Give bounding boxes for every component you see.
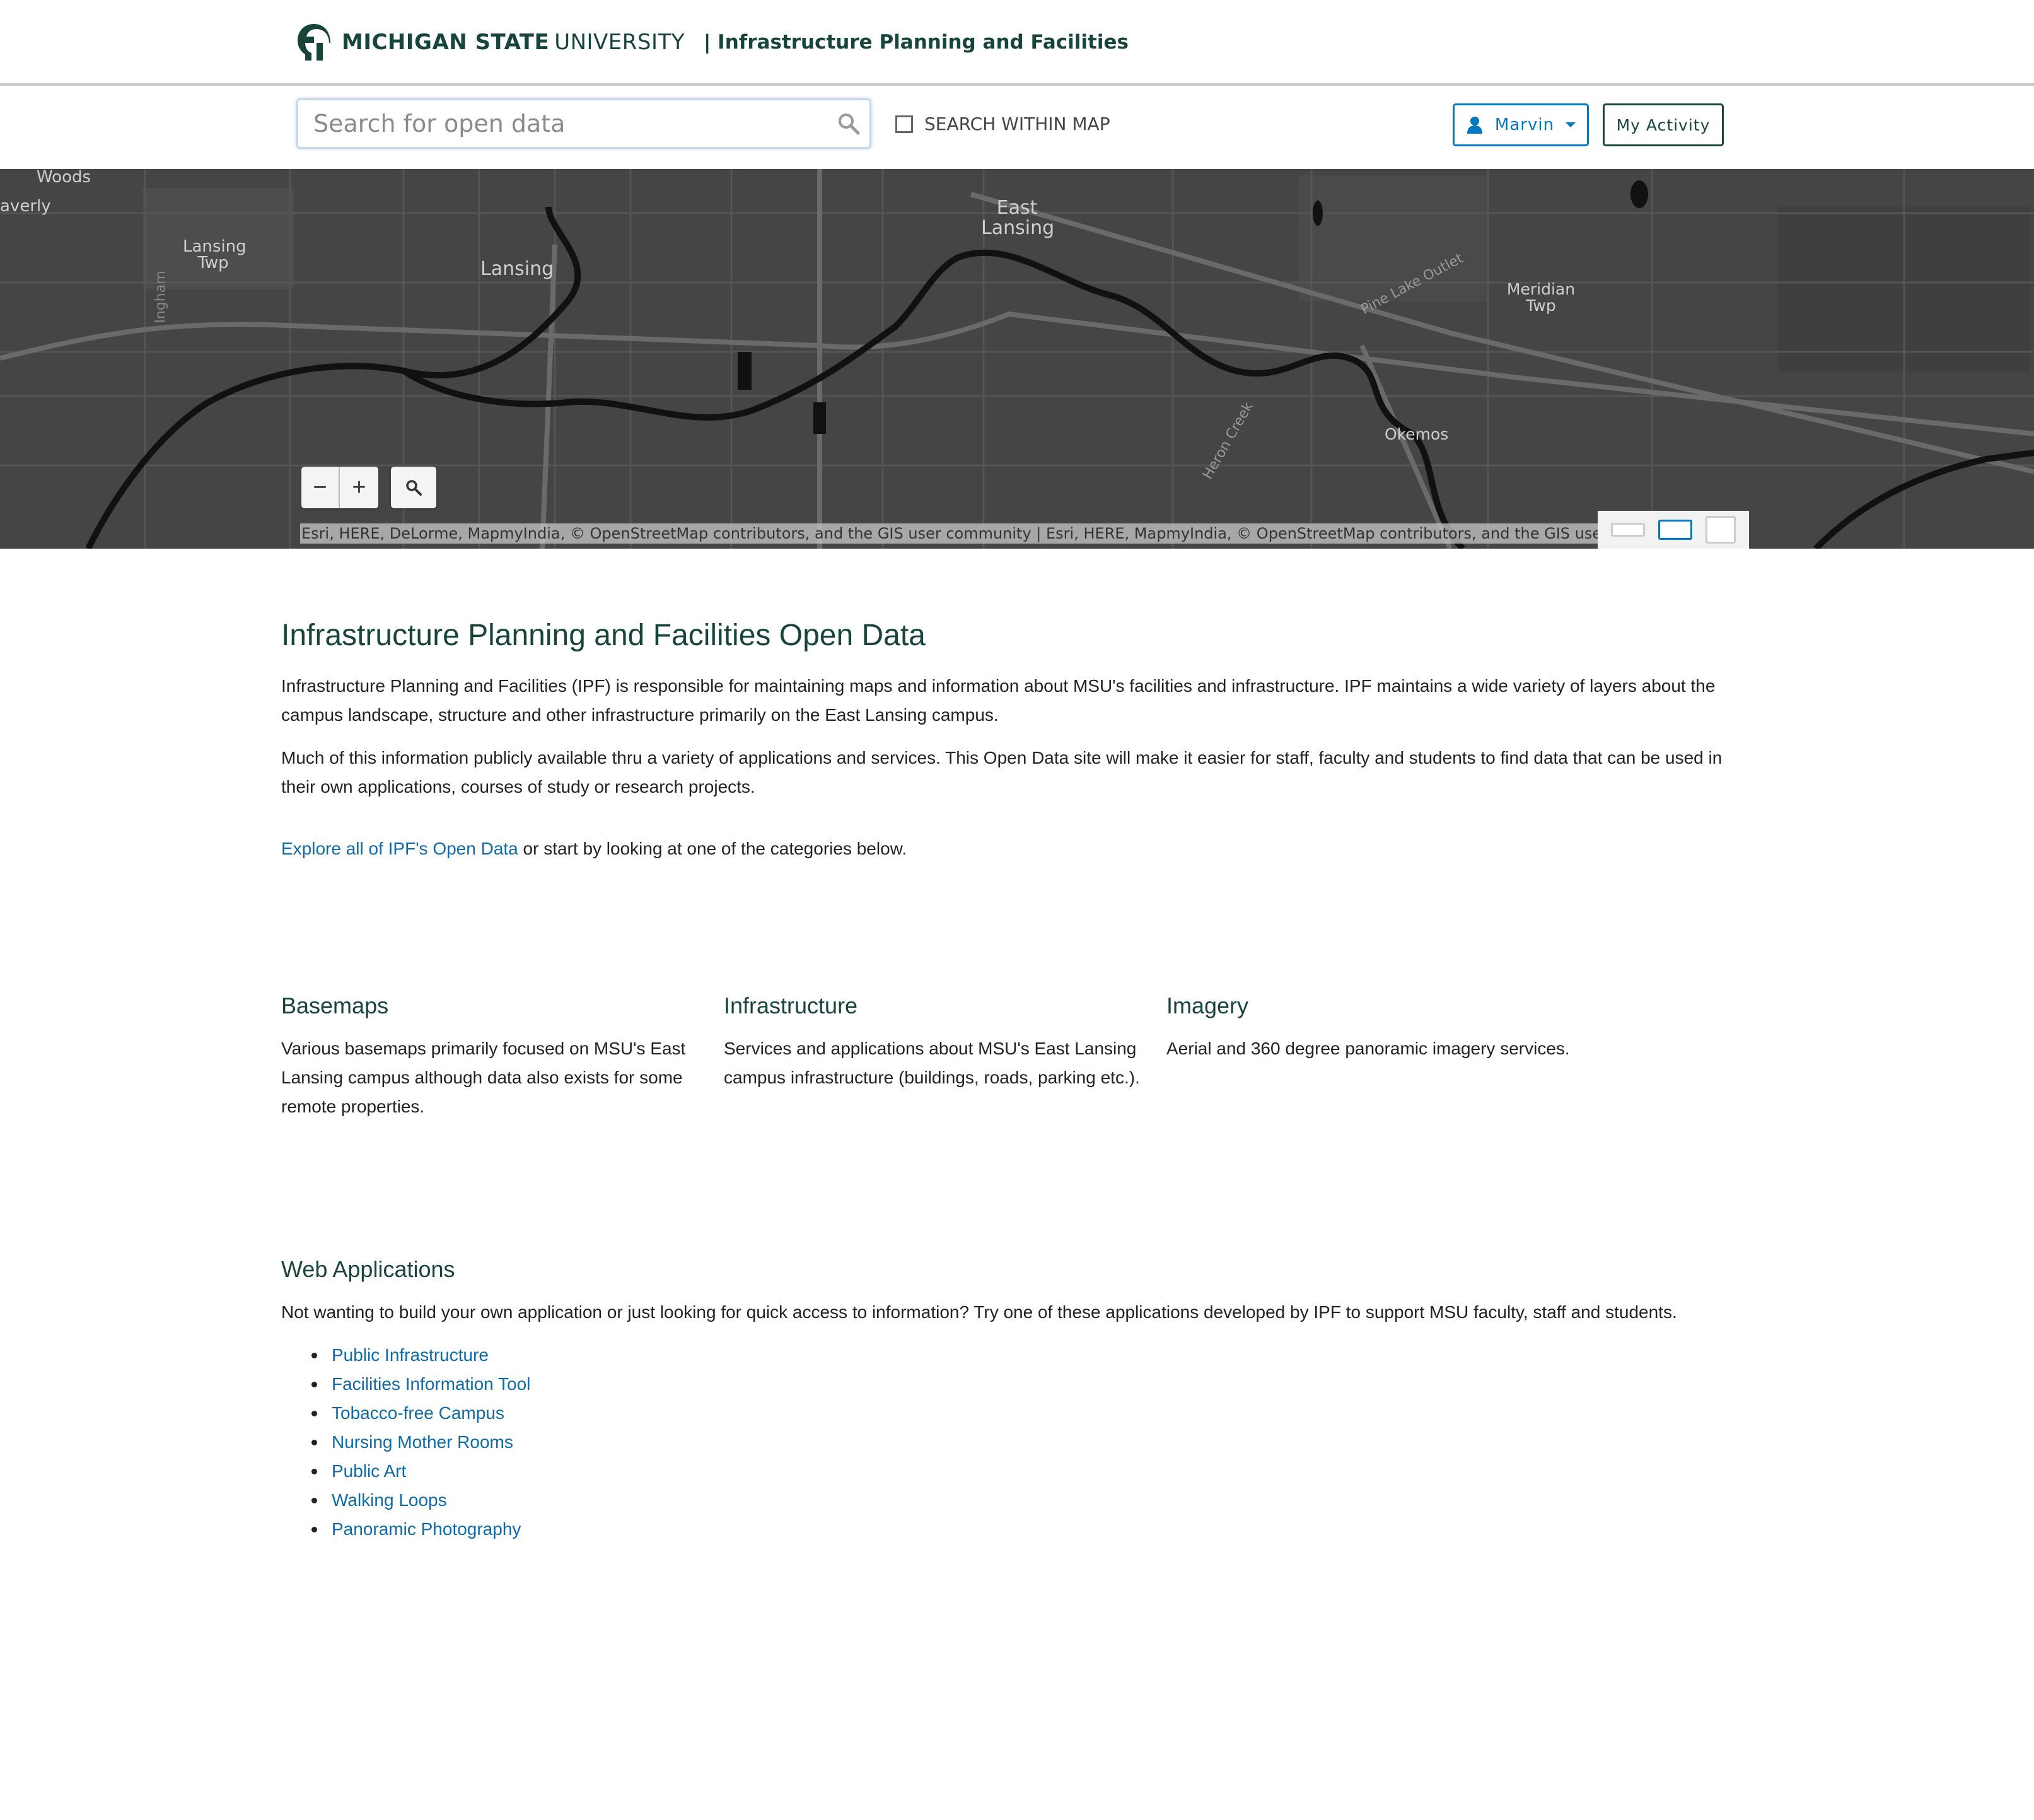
- search-box: [296, 98, 871, 149]
- list-item: Facilities Information Tool: [309, 1370, 1757, 1399]
- toolbar: SEARCH WITHIN MAP Marvin My Activity: [0, 88, 2034, 169]
- site-header: MICHIGAN STATE UNIVERSITY | Infrastructu…: [0, 0, 2034, 86]
- magnifier-icon: [406, 480, 422, 496]
- zoom-controls: − +: [301, 467, 378, 508]
- spartan-helmet-icon: [298, 24, 330, 61]
- app-link-nursing-mother-rooms[interactable]: Nursing Mother Rooms: [332, 1432, 513, 1452]
- map-view[interactable]: Woods averly Lansing Twp Ingham Lansing …: [0, 169, 2034, 549]
- app-link-public-art[interactable]: Public Art: [332, 1461, 406, 1481]
- msu-logo[interactable]: MICHIGAN STATE UNIVERSITY | Infrastructu…: [295, 20, 1129, 64]
- search-within-map-checkbox[interactable]: [895, 115, 913, 133]
- layout-tall-button[interactable]: [1706, 516, 1736, 544]
- category-title[interactable]: Basemaps: [281, 993, 724, 1019]
- web-applications-title: Web Applications: [281, 1256, 455, 1282]
- app-link-panoramic-photography[interactable]: Panoramic Photography: [332, 1519, 521, 1539]
- layout-narrow-button[interactable]: [1610, 523, 1645, 537]
- chevron-down-icon: [1566, 122, 1576, 127]
- site-title[interactable]: | Infrastructure Planning and Facilities: [704, 31, 1129, 54]
- intro-section: Infrastructure Planning and Facilities O…: [281, 618, 1757, 863]
- intro-paragraph-2: Much of this information publicly availa…: [281, 748, 1723, 796]
- list-item: Public Infrastructure: [309, 1341, 1757, 1370]
- list-item: Walking Loops: [309, 1486, 1757, 1515]
- search-icon[interactable]: [837, 112, 861, 136]
- intro-paragraph-1: Infrastructure Planning and Facilities (…: [281, 676, 1716, 725]
- web-applications-description: Not wanting to build your own applicatio…: [281, 1302, 1677, 1322]
- layout-medium-button[interactable]: [1658, 520, 1692, 540]
- category-title[interactable]: Imagery: [1166, 993, 1609, 1019]
- user-name: Marvin: [1494, 115, 1555, 134]
- category-title[interactable]: Infrastructure: [724, 993, 1166, 1019]
- layout-switcher: [1598, 511, 1749, 549]
- zoom-out-button[interactable]: −: [301, 467, 340, 508]
- map-label-okemos: Okemos: [1385, 425, 1449, 443]
- brand-light: UNIVERSITY: [554, 30, 685, 55]
- my-activity-button[interactable]: My Activity: [1603, 103, 1724, 146]
- search-within-map-label: SEARCH WITHIN MAP: [924, 114, 1110, 134]
- map-label-lansing-twp: Lansing Twp: [183, 237, 247, 272]
- map-label-meridian-twp: Meridian Twp: [1506, 280, 1576, 315]
- category-basemaps[interactable]: Basemaps Various basemaps primarily focu…: [281, 993, 724, 1121]
- map-label-woods: Woods: [37, 169, 91, 187]
- app-link-tobacco-free-campus[interactable]: Tobacco-free Campus: [332, 1403, 504, 1423]
- app-link-walking-loops[interactable]: Walking Loops: [332, 1490, 447, 1510]
- categories-section: Basemaps Various basemaps primarily focu…: [281, 993, 1757, 1121]
- map-label-east-lansing: East Lansing: [981, 197, 1055, 239]
- explore-all-link[interactable]: Explore all of IPF's Open Data: [281, 839, 518, 858]
- category-description: Various basemaps primarily focused on MS…: [281, 1039, 686, 1116]
- category-description: Services and applications about MSU's Ea…: [724, 1039, 1140, 1087]
- category-infrastructure[interactable]: Infrastructure Services and applications…: [724, 993, 1166, 1121]
- map-label-ingham: Ingham: [153, 271, 169, 324]
- web-applications-list: Public Infrastructure Facilities Informa…: [281, 1341, 1757, 1544]
- map-label-waverly: averly: [0, 197, 51, 216]
- map-attribution: Esri, HERE, DeLorme, MapmyIndia, © OpenS…: [300, 523, 1598, 544]
- zoom-in-button[interactable]: +: [340, 467, 378, 508]
- explore-line: Explore all of IPF's Open Data or start …: [281, 834, 1757, 863]
- search-input[interactable]: [298, 100, 815, 147]
- page-title: Infrastructure Planning and Facilities O…: [281, 619, 926, 652]
- category-imagery[interactable]: Imagery Aerial and 360 degree panoramic …: [1166, 993, 1609, 1121]
- user-menu-button[interactable]: Marvin: [1453, 103, 1589, 146]
- app-link-facilities-information-tool[interactable]: Facilities Information Tool: [332, 1374, 530, 1394]
- map-search-button[interactable]: [391, 467, 436, 508]
- brand-strong: MICHIGAN STATE: [342, 30, 550, 55]
- explore-rest-text: or start by looking at one of the catego…: [518, 839, 907, 858]
- user-icon: [1467, 117, 1482, 134]
- search-within-map-toggle[interactable]: SEARCH WITHIN MAP: [895, 114, 1110, 134]
- list-item: Tobacco-free Campus: [309, 1399, 1757, 1428]
- app-link-public-infrastructure[interactable]: Public Infrastructure: [332, 1345, 489, 1365]
- web-applications-section: Web Applications Not wanting to build yo…: [281, 1256, 1757, 1544]
- category-description: Aerial and 360 degree panoramic imagery …: [1166, 1039, 1570, 1058]
- map-label-lansing: Lansing: [480, 258, 554, 280]
- list-item: Nursing Mother Rooms: [309, 1428, 1757, 1457]
- list-item: Panoramic Photography: [309, 1515, 1757, 1544]
- list-item: Public Art: [309, 1457, 1757, 1486]
